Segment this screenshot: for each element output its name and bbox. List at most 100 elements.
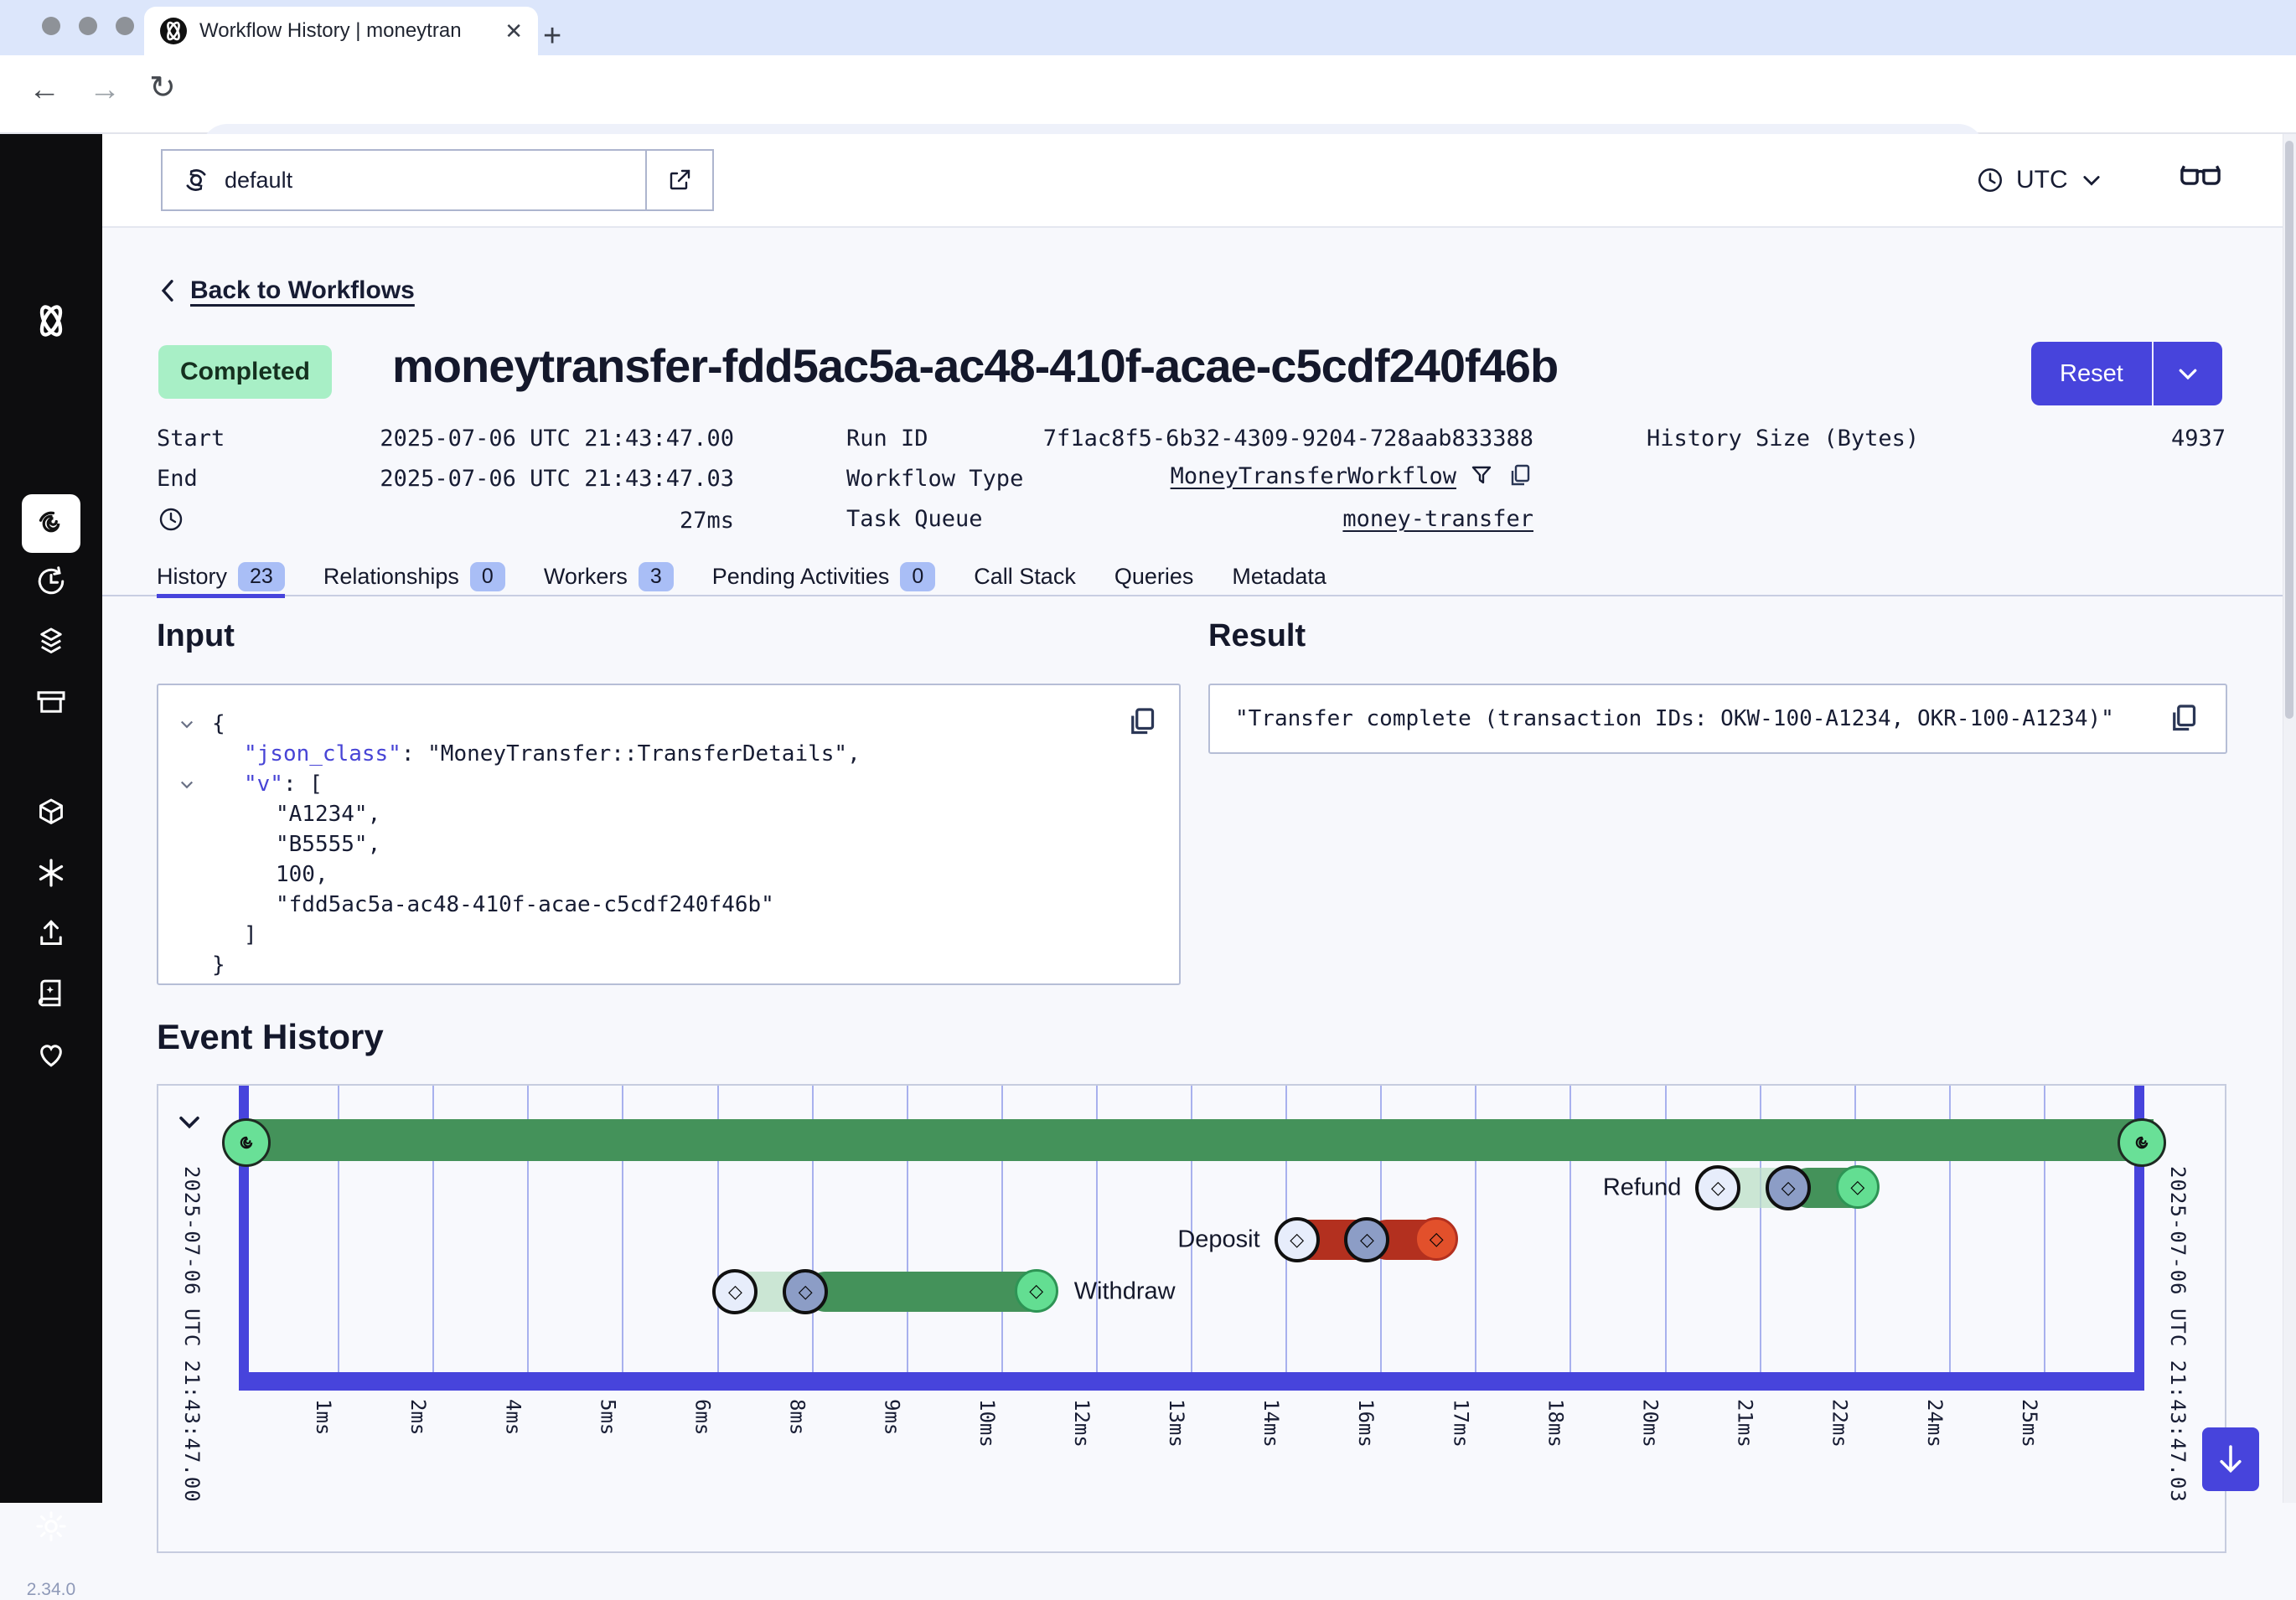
reset-menu-chevron-icon[interactable] [2154, 342, 2222, 405]
workflow-title: moneytransfer-fdd5ac5a-ac48-410f-acae-c5… [392, 338, 1558, 393]
json-token: "v" [244, 769, 283, 799]
start-label: Start [157, 426, 225, 452]
reset-button[interactable]: Reset [2031, 342, 2222, 405]
page-scrollbar-thumb[interactable] [2285, 141, 2293, 719]
workflow-type-label: Workflow Type [846, 466, 1023, 492]
axis-tick-label: 24ms [1923, 1399, 1947, 1448]
code-line: ] [178, 920, 1159, 950]
task-queue-link[interactable]: money-transfer [1342, 506, 1533, 532]
activity-label: Deposit [1177, 1226, 1259, 1254]
activity-started-marker-diamond-icon[interactable]: ◇ [783, 1269, 828, 1314]
tab-label: Pending Activities [712, 564, 890, 590]
json-token: } [212, 950, 225, 980]
tab-queries[interactable]: Queries [1114, 556, 1194, 596]
reset-button-label[interactable]: Reset [2031, 342, 2152, 405]
sidebar-item-docs[interactable] [34, 977, 68, 1010]
result-heading: Result [1208, 618, 1306, 654]
sidebar-item-deployments[interactable] [34, 625, 68, 658]
json-token: "MoneyTransfer::TransferDetails", [427, 739, 861, 769]
input-json: {"json_class": "MoneyTransfer::TransferD… [178, 709, 1159, 980]
forward-nav-icon[interactable]: → [89, 74, 121, 106]
collapse-chevron-icon[interactable] [178, 715, 212, 732]
tab-close-icon[interactable]: ✕ [504, 20, 523, 42]
code-line: "B5555", [178, 829, 1159, 859]
sidebar-item-schedules[interactable] [34, 565, 68, 598]
result-value: "Transfer complete (transaction IDs: OKW… [1235, 706, 2167, 731]
chevron-left-icon [157, 278, 178, 303]
axis-tick-label: 5ms [596, 1399, 619, 1435]
axis-tick-label: 9ms [881, 1399, 904, 1435]
sidebar-item-workflows[interactable] [22, 494, 80, 553]
workflow-type-link[interactable]: MoneyTransferWorkflow [1171, 463, 1456, 489]
axis-tick-label: 22ms [1828, 1399, 1852, 1448]
workflow-start-badge-spiral-icon[interactable] [222, 1118, 271, 1167]
filter-funnel-icon[interactable] [1468, 462, 1495, 489]
axis-tick-label: 2ms [406, 1399, 430, 1435]
tab-title: Workflow History | moneytran [199, 19, 493, 43]
sidebar-item-nexus[interactable] [34, 856, 68, 890]
sidebar-item-import[interactable] [34, 916, 68, 950]
browser-tab[interactable]: Workflow History | moneytran ✕ [144, 7, 538, 55]
new-tab-button[interactable]: + [543, 18, 561, 54]
tab-call-stack[interactable]: Call Stack [974, 556, 1076, 596]
code-line: "json_class": "MoneyTransfer::TransferDe… [178, 739, 1159, 769]
back-nav-icon[interactable]: ← [28, 74, 60, 106]
labs-glasses-icon[interactable] [2179, 159, 2222, 193]
copy-icon[interactable] [2167, 702, 2200, 735]
activity-closed-marker-diamond-icon[interactable]: ◇ [1015, 1269, 1058, 1313]
window-zoom-button[interactable] [116, 17, 134, 35]
json-token: "json_class" [244, 739, 401, 769]
tab-label: History [157, 564, 227, 590]
browser-tab-strip: Workflow History | moneytran ✕ + [0, 0, 2296, 55]
back-to-workflows[interactable]: Back to Workflows [157, 276, 415, 305]
activity-started-marker-diamond-icon[interactable]: ◇ [1766, 1165, 1811, 1210]
button-divider [2152, 342, 2154, 405]
browser-toolbar: ← → ↻ localhost:8080/namespaces/default/… [0, 55, 2296, 134]
timeline-end-datetime: 2025-07-06 UTC 21:43:47.03 [2166, 1166, 2190, 1503]
collapse-chevron-icon[interactable] [178, 776, 212, 792]
namespace-selector[interactable]: default [161, 149, 714, 211]
activity-scheduled-marker-diamond-icon[interactable]: ◇ [1275, 1217, 1320, 1262]
tab-workers[interactable]: Workers3 [544, 556, 674, 596]
activity-closed-marker-diamond-icon[interactable]: ◇ [1414, 1217, 1458, 1261]
theme-toggle-icon[interactable] [34, 1510, 68, 1543]
copy-icon[interactable] [1125, 705, 1159, 739]
activity-closed-marker-diamond-icon[interactable]: ◇ [1836, 1165, 1880, 1209]
timezone-selector[interactable]: UTC [1976, 149, 2103, 211]
workflow-tabs: History23 Relationships0 Workers3 Pending A… [157, 556, 1326, 596]
reload-icon[interactable]: ↻ [149, 72, 176, 104]
workflow-span-bar[interactable] [240, 1119, 2154, 1161]
app-top-band: default UTC [102, 134, 2296, 228]
copy-icon[interactable] [1507, 462, 1533, 489]
axis-tick-label: 25ms [2018, 1399, 2041, 1448]
tab-pending-activities[interactable]: Pending Activities 0 [712, 556, 936, 596]
namespace-open-button[interactable] [645, 151, 712, 209]
end-label: End [157, 466, 198, 492]
temporal-logo-icon[interactable] [28, 298, 74, 343]
event-history-heading: Event History [157, 1017, 384, 1057]
window-close-button[interactable] [42, 17, 60, 35]
tab-relationships[interactable]: Relationships0 [323, 556, 505, 596]
task-queue-label: Task Queue [846, 506, 983, 532]
timeline-chart: 2025-07-06 UTC 21:43:47.00 2025-07-06 UT… [157, 1084, 2226, 1553]
input-box: {"json_class": "MoneyTransfer::TransferD… [157, 684, 1181, 985]
sidebar-item-batch-operations[interactable] [34, 685, 68, 719]
timeline-collapse-chevron-icon[interactable] [175, 1107, 204, 1136]
scroll-to-bottom-button[interactable] [2202, 1427, 2259, 1491]
timezone-value: UTC [2016, 166, 2068, 194]
window-minimize-button[interactable] [79, 17, 97, 35]
tab-metadata[interactable]: Metadata [1232, 556, 1326, 596]
tab-count-badge: 0 [900, 562, 935, 591]
activity-scheduled-marker-diamond-icon[interactable]: ◇ [1695, 1165, 1740, 1210]
activity-label: Refund [1603, 1174, 1682, 1202]
axis-tick-label: 17ms [1449, 1399, 1472, 1448]
tab-history[interactable]: History23 [157, 556, 285, 596]
axis-tick-label: 21ms [1734, 1399, 1757, 1448]
axis-tick-label: 12ms [1070, 1399, 1094, 1448]
sidebar-item-feedback[interactable] [34, 1037, 68, 1071]
sidebar-item-namespaces[interactable] [34, 796, 68, 829]
axis-tick-label: 13ms [1165, 1399, 1188, 1448]
status-badge: Completed [158, 345, 332, 399]
axis-tick-label: 1ms [312, 1399, 335, 1435]
workflow-end-badge-spiral-icon[interactable] [2118, 1118, 2166, 1167]
